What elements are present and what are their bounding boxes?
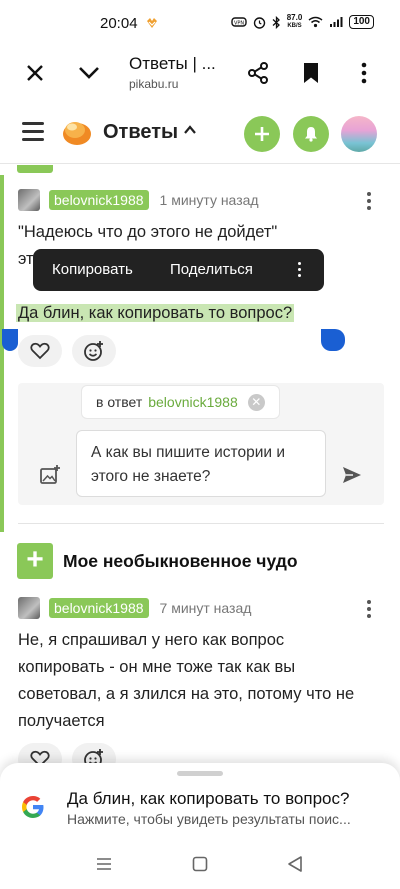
comments-area: belovnick1988 1 минуту назад "Надеюсь чт… xyxy=(0,165,400,765)
status-bar: 20:04 VPN 87.0 KB/S 100 xyxy=(0,0,400,46)
more-menu-button[interactable] xyxy=(349,58,379,88)
home-icon[interactable] xyxy=(192,855,208,873)
selection-handle-end[interactable] xyxy=(321,329,345,351)
user-avatar[interactable] xyxy=(341,116,377,152)
share-action[interactable]: Поделиться xyxy=(170,261,253,278)
commenter-username[interactable]: belovnick1988 xyxy=(49,190,149,210)
notifications-button[interactable] xyxy=(293,116,329,152)
like-button[interactable] xyxy=(18,335,62,367)
status-time: 20:04 xyxy=(100,15,138,32)
google-search-suggestion-sheet[interactable]: Да блин, как копировать то вопрос? Нажми… xyxy=(0,763,400,843)
comment-more-button[interactable] xyxy=(367,600,373,621)
commenter-avatar[interactable] xyxy=(18,189,40,211)
page-url[interactable]: pikabu.ru xyxy=(129,77,178,91)
close-icon xyxy=(27,65,43,81)
svg-text:VPN: VPN xyxy=(234,21,244,27)
create-post-button[interactable] xyxy=(244,116,280,152)
text-selection-menu: Копировать Поделиться xyxy=(33,249,324,291)
reply-input[interactable]: А как вы пишите истории и этого не знает… xyxy=(76,430,326,497)
more-vertical-icon xyxy=(361,62,367,84)
plus-icon xyxy=(255,127,269,141)
comment-text-line: "Надеюсь что до этого не дойдет" xyxy=(18,223,278,241)
divider xyxy=(18,523,384,524)
recent-apps-icon[interactable] xyxy=(95,855,113,873)
like-button[interactable] xyxy=(18,743,62,765)
expand-post-button[interactable]: + xyxy=(17,543,53,579)
more-actions-button[interactable] xyxy=(298,262,301,280)
post-title[interactable]: Мое необыкновенное чудо xyxy=(63,551,298,572)
reply-to-chip: в ответ belovnick1988 ✕ xyxy=(81,385,280,419)
comment-header: belovnick1988 1 минуту назад xyxy=(18,189,259,211)
comment-more-button[interactable] xyxy=(367,192,373,213)
comment-text: Не, я спрашивал у него как вопрос копиро… xyxy=(18,631,355,730)
remove-reply-target-icon[interactable]: ✕ xyxy=(247,393,265,411)
section-title[interactable]: Ответы xyxy=(103,121,178,144)
add-reaction-button[interactable] xyxy=(72,743,116,765)
chevron-up-icon[interactable] xyxy=(184,125,196,134)
search-query[interactable]: Да блин, как копировать то вопрос? xyxy=(67,789,349,809)
page-title[interactable]: Ответы | ... xyxy=(129,54,216,74)
share-icon xyxy=(248,62,268,84)
collapse-button[interactable] xyxy=(74,58,104,88)
reply-prefix: в ответ xyxy=(96,394,143,410)
battery-indicator: 100 xyxy=(349,15,374,29)
chevron-down-icon xyxy=(79,67,99,79)
copy-action[interactable]: Копировать xyxy=(52,261,133,278)
collapse-thread-button[interactable] xyxy=(17,165,53,173)
selection-handle-start[interactable] xyxy=(2,329,18,351)
close-tab-button[interactable] xyxy=(20,58,50,88)
google-logo-icon xyxy=(22,796,44,818)
bell-icon xyxy=(305,127,317,142)
status-icons: VPN 87.0 KB/S 100 xyxy=(231,14,374,30)
wifi-icon xyxy=(308,16,323,28)
reply-to-username[interactable]: belovnick1988 xyxy=(148,394,238,410)
pikabu-logo[interactable] xyxy=(61,116,93,148)
signal-icon xyxy=(330,17,343,27)
browser-toolbar: Ответы | ... pikabu.ru xyxy=(0,46,400,102)
commenter-username[interactable]: belovnick1988 xyxy=(49,598,149,618)
search-hint: Нажмите, чтобы увидеть результаты поис..… xyxy=(67,811,351,827)
menu-button[interactable] xyxy=(22,122,44,142)
bookmark-icon xyxy=(304,63,318,83)
selected-text[interactable]: Да блин, как копировать то вопрос? xyxy=(16,304,295,322)
heart-icon xyxy=(30,342,50,360)
emoji-add-icon xyxy=(84,341,103,361)
site-header: Ответы xyxy=(0,102,400,164)
sheet-drag-handle[interactable] xyxy=(177,771,223,776)
share-button[interactable] xyxy=(243,58,273,88)
bookmark-button[interactable] xyxy=(296,58,326,88)
bluetooth-icon xyxy=(272,15,280,29)
comment-text-line: эт xyxy=(18,250,34,268)
commenter-avatar[interactable] xyxy=(18,597,40,619)
comment-time: 1 минуту назад xyxy=(159,192,259,208)
vpn-icon: VPN xyxy=(231,17,247,27)
system-navigation-bar xyxy=(0,843,400,889)
thread-line[interactable] xyxy=(0,175,4,532)
comment-text-selected: Да блин, как копировать то вопрос? xyxy=(16,300,295,327)
alarm-icon xyxy=(253,16,265,29)
app-notification-icon xyxy=(147,18,157,28)
add-reaction-button[interactable] xyxy=(72,335,116,367)
net-speed: 87.0 KB/S xyxy=(286,13,303,30)
back-icon[interactable] xyxy=(287,855,303,873)
comment-header: belovnick1988 7 минут назад xyxy=(18,597,251,619)
attach-image-icon[interactable] xyxy=(39,464,61,486)
send-icon[interactable] xyxy=(342,466,362,484)
comment-time: 7 минут назад xyxy=(159,600,252,616)
